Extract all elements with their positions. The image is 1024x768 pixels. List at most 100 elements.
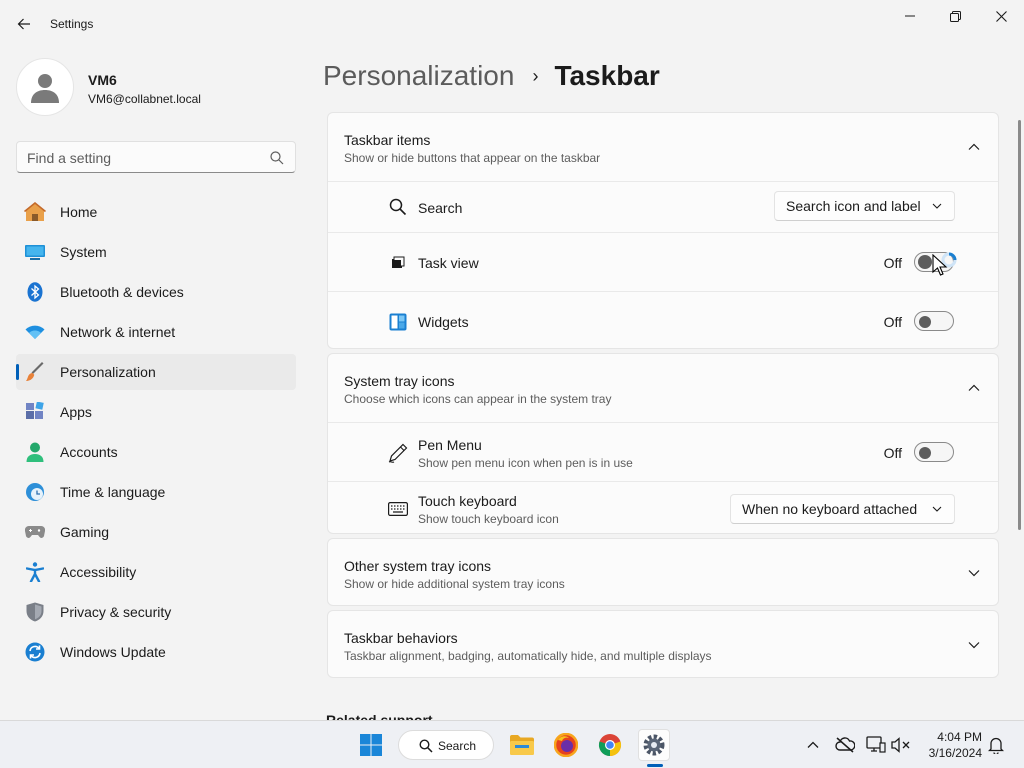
row-label: Task view (418, 255, 479, 271)
taskbar-search[interactable]: Search (398, 730, 494, 760)
sidebar-item-label: Apps (60, 404, 92, 420)
minimize-button[interactable] (887, 0, 933, 32)
toggle-state-label: Off (883, 255, 902, 271)
gamepad-icon (24, 522, 46, 542)
user-name: VM6 (88, 72, 117, 88)
scrollbar[interactable] (1018, 120, 1021, 530)
pen-menu-toggle[interactable] (914, 442, 954, 462)
sidebar-item-label: Network & internet (60, 324, 176, 340)
card-title: Taskbar items (344, 132, 431, 148)
search-setting-row: Search Search icon and label (328, 181, 998, 232)
firefox-icon (554, 733, 578, 757)
row-label: Pen Menu (418, 437, 482, 453)
widgets-row: Widgets Off (328, 291, 998, 349)
search-icon (270, 151, 284, 165)
related-support-heading: Related support (326, 712, 433, 720)
sidebar-item-network[interactable]: Network & internet (16, 314, 296, 350)
chevron-up-icon[interactable] (966, 139, 982, 155)
chevron-up-icon[interactable] (966, 380, 982, 396)
sidebar-item-accounts[interactable]: Accounts (16, 434, 296, 470)
chevron-down-icon (932, 203, 942, 209)
volume-muted-icon (891, 737, 910, 753)
sidebar-item-label: Privacy & security (60, 604, 172, 620)
sidebar-item-label: Home (60, 204, 98, 220)
widgets-icon (388, 312, 408, 332)
sidebar-item-label: Gaming (60, 524, 110, 540)
keyboard-icon (388, 499, 408, 519)
accounts-icon (24, 442, 46, 462)
taskbar-behaviors-card[interactable]: Taskbar behaviors Taskbar alignment, bad… (327, 610, 999, 678)
taskbar-behaviors-header[interactable]: Taskbar behaviors Taskbar alignment, bad… (328, 611, 998, 679)
toggle-knob (919, 316, 931, 328)
user-profile[interactable]: VM6 VM6@collabnet.local (16, 58, 296, 118)
task-view-icon (388, 253, 408, 273)
task-view-row: Task view Off (328, 232, 998, 291)
other-tray-card[interactable]: Other system tray icons Show or hide add… (327, 538, 999, 606)
volume-tray-button[interactable] (891, 735, 911, 755)
sidebar-item-label: Windows Update (60, 644, 166, 660)
sidebar-item-home[interactable]: Home (16, 194, 296, 230)
row-subtitle: Show touch keyboard icon (418, 512, 559, 526)
onedrive-tray-button[interactable] (835, 735, 855, 755)
settings-search[interactable] (16, 141, 296, 173)
search-input[interactable] (27, 148, 257, 168)
touch-keyboard-dropdown[interactable]: When no keyboard attached (730, 494, 955, 524)
sidebar-item-label: Bluetooth & devices (60, 284, 184, 300)
wifi-icon (24, 322, 46, 342)
card-subtitle: Choose which icons can appear in the sys… (344, 392, 612, 406)
chrome-button[interactable] (594, 729, 626, 761)
card-title: Taskbar behaviors (344, 630, 458, 646)
active-app-indicator (647, 764, 663, 767)
dropdown-value: When no keyboard attached (742, 501, 918, 517)
clock-time: 4:04 PM (937, 730, 982, 744)
title-bar: Settings (0, 0, 1024, 48)
notifications-button[interactable] (986, 735, 1006, 755)
gear-icon (643, 734, 665, 756)
selection-indicator (16, 364, 19, 380)
file-explorer-button[interactable] (506, 729, 538, 761)
close-button[interactable] (978, 0, 1024, 32)
sidebar-item-bluetooth[interactable]: Bluetooth & devices (16, 274, 296, 310)
taskbar-items-header[interactable]: Taskbar items Show or hide buttons that … (328, 113, 998, 181)
sidebar-item-time-language[interactable]: Time & language (16, 474, 296, 510)
card-subtitle: Show or hide buttons that appear on the … (344, 151, 601, 165)
maximize-button[interactable] (932, 0, 978, 32)
widgets-toggle[interactable] (914, 311, 954, 331)
sidebar-item-apps[interactable]: Apps (16, 394, 296, 430)
folder-icon (510, 735, 534, 755)
taskbar-search-label: Search (438, 739, 477, 753)
user-avatar-icon (31, 74, 59, 103)
row-label: Touch keyboard (418, 493, 517, 509)
sidebar-item-windows-update[interactable]: Windows Update (16, 634, 296, 670)
toggle-state-label: Off (883, 314, 902, 330)
windows-logo-icon (360, 734, 382, 756)
shield-icon (24, 602, 46, 622)
clock-globe-icon (24, 482, 46, 502)
chevron-down-icon[interactable] (966, 637, 982, 653)
firefox-button[interactable] (550, 729, 582, 761)
sidebar-item-personalization[interactable]: Personalization (16, 354, 296, 390)
bluetooth-icon (24, 282, 46, 302)
sidebar-item-system[interactable]: System (16, 234, 296, 270)
start-button[interactable] (355, 729, 387, 761)
search-mode-dropdown[interactable]: Search icon and label (774, 191, 955, 221)
settings-taskbar-button[interactable] (638, 729, 670, 761)
chevron-down-icon[interactable] (966, 565, 982, 581)
show-hidden-icons-button[interactable] (803, 735, 823, 755)
sidebar-item-accessibility[interactable]: Accessibility (16, 554, 296, 590)
breadcrumb-parent[interactable]: Personalization (323, 60, 514, 92)
apps-icon (24, 402, 46, 422)
card-title: System tray icons (344, 373, 455, 389)
system-tray-card: System tray icons Choose which icons can… (327, 353, 999, 534)
card-subtitle: Taskbar alignment, badging, automaticall… (344, 649, 712, 663)
sidebar-item-privacy[interactable]: Privacy & security (16, 594, 296, 630)
taskbar-clock[interactable]: 4:04 PM 3/16/2024 (916, 729, 982, 761)
sidebar-item-gaming[interactable]: Gaming (16, 514, 296, 550)
toggle-knob (919, 447, 931, 459)
system-tray-header[interactable]: System tray icons Choose which icons can… (328, 354, 998, 422)
network-tray-button[interactable] (866, 735, 886, 755)
breadcrumb: Personalization › Taskbar (323, 58, 660, 94)
back-button[interactable] (12, 12, 36, 36)
network-icon (866, 736, 886, 753)
other-tray-header[interactable]: Other system tray icons Show or hide add… (328, 539, 998, 607)
